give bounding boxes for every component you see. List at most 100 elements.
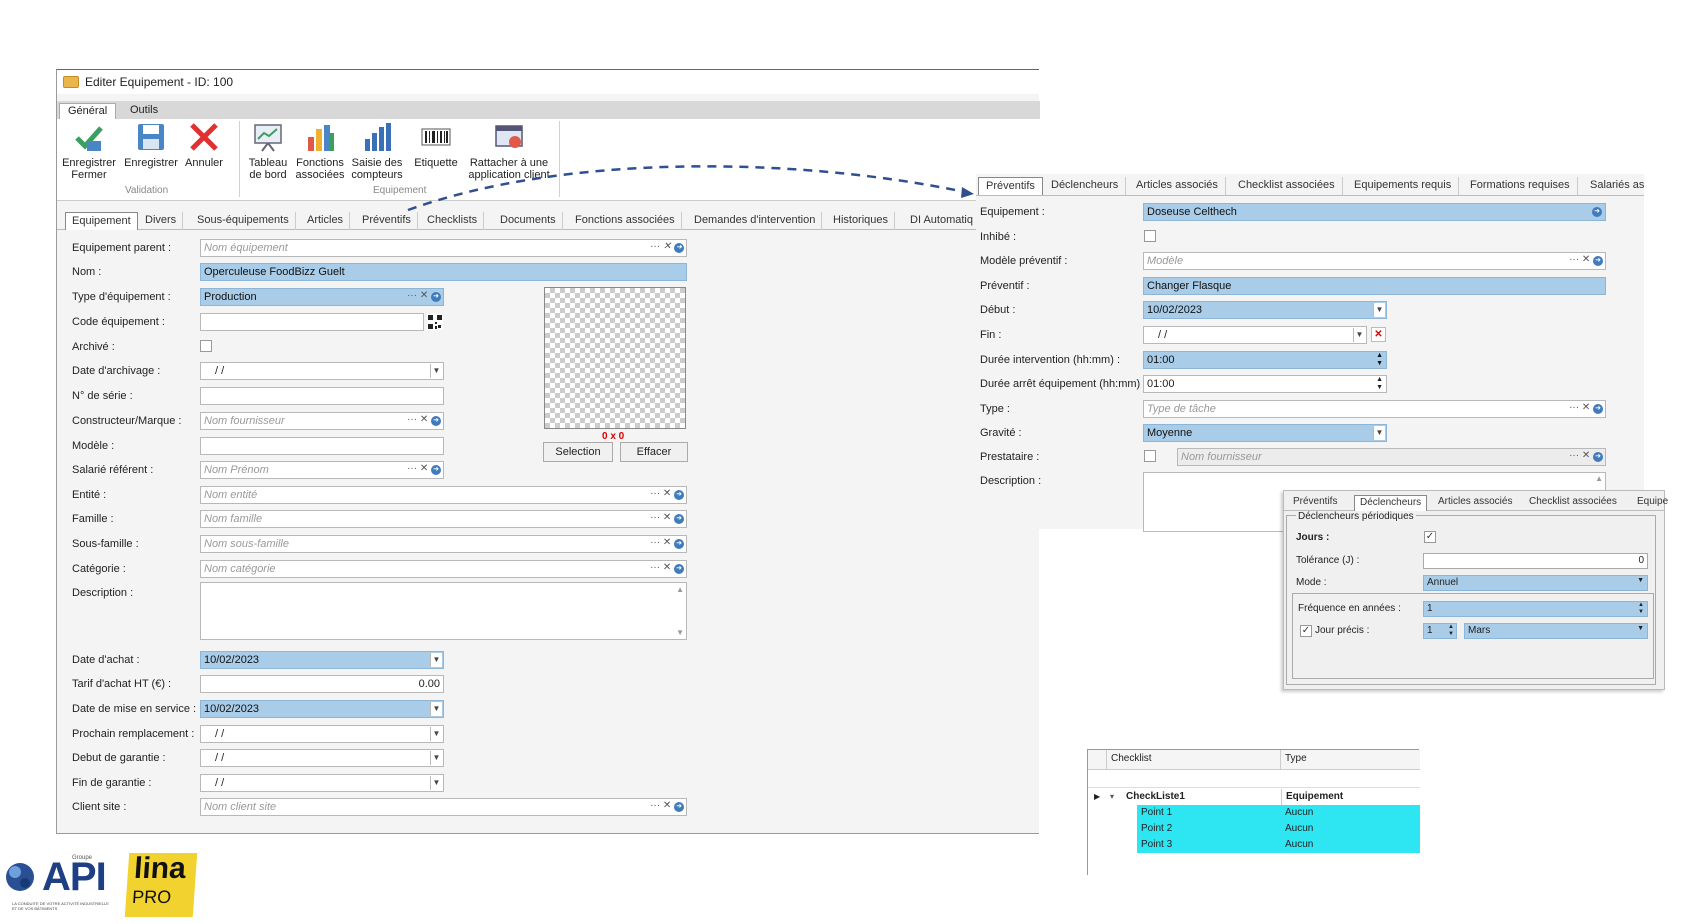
save-button[interactable]: Enregistrer [123, 121, 179, 169]
open-icon[interactable]: ➜ [1593, 452, 1603, 462]
clear-date-icon[interactable]: ✕ [1371, 327, 1386, 342]
scroll-up-icon[interactable]: ▲ [676, 585, 684, 594]
tab-salaries[interactable]: Salariés as [1583, 177, 1651, 195]
type-input[interactable]: Production ··· ✕ ➜ [200, 288, 444, 306]
ribbon-tab-outils[interactable]: Outils [122, 103, 166, 119]
tab-formations-requises[interactable]: Formations requises [1463, 177, 1578, 195]
lookup-controls[interactable]: ··· ✕ ➜ [1569, 254, 1603, 266]
open-icon[interactable]: ➜ [1593, 256, 1603, 266]
d-tab-equipements[interactable]: Equipe [1632, 495, 1673, 511]
save-close-button[interactable]: Enregistrer Fermer [61, 121, 117, 181]
category-input[interactable]: Nom catégorie ··· ✕ ➜ [200, 560, 687, 578]
duree-arret-input[interactable]: 01:00 ▲ ▼ [1143, 375, 1387, 393]
archive-date-input[interactable]: / / ▼ [200, 362, 444, 380]
chevron-down-icon[interactable]: ▼ [1353, 328, 1365, 342]
lookup-controls[interactable]: ··· ✕ ➜ [1569, 402, 1603, 414]
ribbon-tab-general[interactable]: Général [59, 103, 117, 119]
chevron-down-icon[interactable]: ▼ [430, 364, 442, 378]
description-textarea[interactable]: ▲ ▼ [200, 582, 687, 640]
subfamily-input[interactable]: Nom sous-famille ··· ✕ ➜ [200, 535, 687, 553]
chevron-down-icon[interactable]: ▼ [430, 776, 442, 790]
client-site-input[interactable]: Nom client site ··· ✕ ➜ [200, 798, 687, 816]
spin-buttons-icon[interactable]: ▲ ▼ [1376, 352, 1383, 368]
price-input[interactable]: 0.00 [200, 675, 444, 693]
tab-preventifs[interactable]: Préventifs [978, 177, 1043, 195]
open-icon[interactable]: ➜ [674, 539, 684, 549]
name-input[interactable]: Operculeuse FoodBizz Guelt [200, 263, 687, 281]
open-icon[interactable]: ➜ [431, 416, 441, 426]
tab-declencheurs[interactable]: Déclencheurs [1044, 177, 1127, 195]
open-icon[interactable]: ➜ [674, 802, 684, 812]
jour-precis-checkbox[interactable]: ✓ [1300, 625, 1312, 637]
chevron-down-icon[interactable]: ▼ [430, 653, 442, 667]
lookup-controls[interactable]: ··· ✕ ➜ [1569, 450, 1603, 462]
collapse-icon[interactable]: ▾ [1110, 792, 1114, 801]
open-icon[interactable]: ➜ [431, 465, 441, 475]
tab-checklist-associees[interactable]: Checklist associées [1231, 177, 1343, 195]
chevron-down-icon[interactable]: ▼ [1637, 577, 1644, 584]
lookup-controls[interactable]: ··· ✕ ➜ [650, 488, 684, 500]
prestataire-checkbox[interactable] [1144, 450, 1156, 462]
open-icon[interactable]: ➜ [431, 292, 441, 302]
counters-button[interactable]: Saisie des compteurs [349, 121, 405, 181]
tab-divers[interactable]: Divers [139, 212, 184, 230]
column-header-type[interactable]: Type [1281, 750, 1420, 770]
open-icon[interactable]: ➜ [674, 514, 684, 524]
fin-input[interactable]: / / ▼ [1143, 326, 1367, 344]
open-icon[interactable]: ➜ [674, 243, 684, 253]
mode-select[interactable]: Annuel ▼ [1423, 575, 1648, 591]
functions-button[interactable]: Fonctions associées [295, 121, 345, 181]
tab-articles[interactable]: Articles [301, 212, 351, 230]
chevron-down-icon[interactable]: ▼ [1373, 303, 1385, 317]
checklist-parent-name[interactable]: CheckListe1 [1122, 789, 1281, 805]
model-input[interactable] [200, 437, 444, 455]
debut-input[interactable]: 10/02/2023 ▼ [1143, 301, 1387, 319]
d-tab-preventifs[interactable]: Préventifs [1288, 495, 1342, 511]
preventif-input[interactable]: Changer Flasque [1143, 277, 1606, 295]
scroll-down-icon[interactable]: ▼ [676, 628, 684, 637]
open-icon[interactable]: ➜ [674, 564, 684, 574]
purchase-date-input[interactable]: 10/02/2023 ▼ [200, 651, 444, 669]
lookup-controls[interactable]: ··· ✕ ➜ [407, 463, 441, 475]
column-header-checklist[interactable]: Checklist [1107, 750, 1281, 770]
chevron-down-icon[interactable]: ▼ [430, 751, 442, 765]
gravite-select[interactable]: Moyenne ▼ [1143, 424, 1387, 442]
tab-equipements-requis[interactable]: Equipements requis [1347, 177, 1460, 195]
lookup-controls[interactable]: ··· ✕ ➜ [650, 241, 684, 253]
open-icon[interactable]: ➜ [674, 490, 684, 500]
scroll-up-icon[interactable]: ▲ [1595, 474, 1603, 483]
spin-buttons-icon[interactable]: ▲ ▼ [1638, 602, 1644, 616]
spin-buttons-icon[interactable]: ▲ ▼ [1376, 376, 1383, 392]
chevron-down-icon[interactable]: ▼ [1637, 625, 1644, 632]
family-input[interactable]: Nom famille ··· ✕ ➜ [200, 510, 687, 528]
open-icon[interactable]: ➜ [1593, 404, 1603, 414]
image-select-button[interactable]: Selection [543, 442, 613, 462]
checklist-point-name[interactable]: Point 3 [1137, 837, 1281, 853]
jour-precis-day-input[interactable]: 1 ▲ ▼ [1423, 623, 1457, 639]
cancel-button[interactable]: Annuler [181, 121, 227, 169]
employee-input[interactable]: Nom Prénom ··· ✕ ➜ [200, 461, 444, 479]
spin-buttons-icon[interactable]: ▲ ▼ [1448, 624, 1454, 638]
warranty-end-input[interactable]: / / ▼ [200, 774, 444, 792]
prestataire-input[interactable]: Nom fournisseur ··· ✕ ➜ [1177, 448, 1606, 466]
checklist-point-name[interactable]: Point 1 [1137, 805, 1281, 821]
tolerance-input[interactable]: 0 [1423, 553, 1648, 569]
chevron-down-icon[interactable]: ▼ [1373, 426, 1385, 440]
d-tab-checklist-associees[interactable]: Checklist associées [1524, 495, 1622, 511]
lookup-controls[interactable]: ··· ✕ ➜ [650, 512, 684, 524]
modele-preventif-input[interactable]: Modèle ··· ✕ ➜ [1143, 252, 1606, 270]
p-equipement-input[interactable]: Doseuse Celthech ➜ [1143, 203, 1606, 221]
jour-precis-month-select[interactable]: Mars ▼ [1464, 623, 1648, 639]
lookup-controls[interactable]: ··· ✕ ➜ [407, 290, 441, 302]
archived-checkbox[interactable] [200, 340, 212, 352]
lookup-controls[interactable]: ··· ✕ ➜ [650, 800, 684, 812]
maker-input[interactable]: Nom fournisseur ··· ✕ ➜ [200, 412, 444, 430]
lookup-controls[interactable]: ··· ✕ ➜ [650, 562, 684, 574]
p-type-input[interactable]: Type de tâche ··· ✕ ➜ [1143, 400, 1606, 418]
jours-checkbox[interactable]: ✓ [1424, 531, 1436, 543]
parent-equipment-input[interactable]: Nom équipement ··· ✕ ➜ [200, 239, 687, 257]
code-input[interactable] [200, 313, 424, 331]
duree-intervention-input[interactable]: 01:00 ▲ ▼ [1143, 351, 1387, 369]
lookup-controls[interactable]: ··· ✕ ➜ [407, 414, 441, 426]
checklist-point-name[interactable]: Point 2 [1137, 821, 1281, 837]
